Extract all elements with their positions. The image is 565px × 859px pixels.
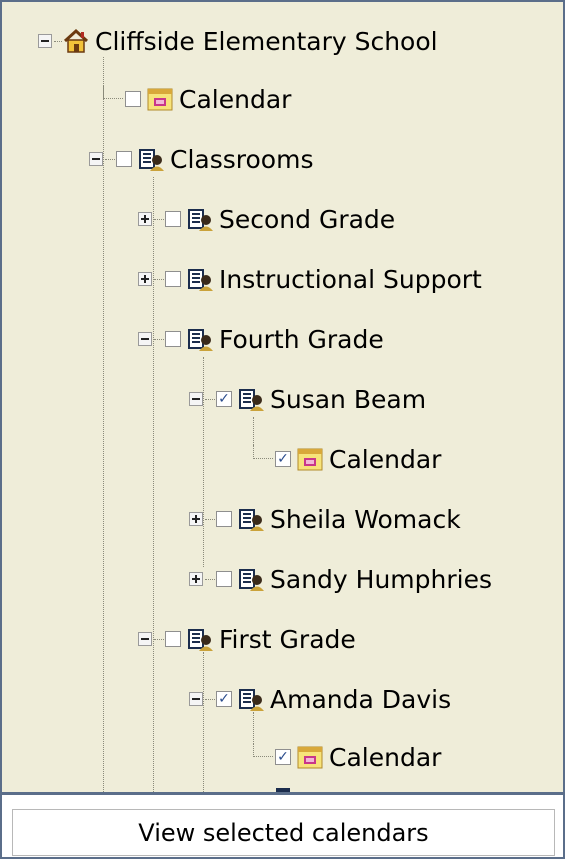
tree-node-classrooms[interactable]: Classrooms <box>89 139 313 179</box>
tree-node-label: Classrooms <box>170 144 314 174</box>
checkbox-sheila-womack[interactable] <box>216 511 232 527</box>
expand-toggle[interactable] <box>138 272 152 286</box>
classroom-icon <box>188 629 213 651</box>
tree-node-label: Susan Beam <box>270 384 427 414</box>
tree-node-label: Amanda Davis <box>270 684 452 714</box>
tree-node-amanda-davis-calendar[interactable]: ✓ Calendar <box>253 737 441 777</box>
footer-bar: View selected calendars <box>2 792 563 857</box>
classroom-icon <box>139 149 164 171</box>
expand-toggle[interactable] <box>189 572 203 586</box>
tree-node-second-grade[interactable]: Second Grade <box>138 199 395 239</box>
collapse-toggle[interactable] <box>38 34 52 48</box>
checkbox-second-grade[interactable] <box>165 211 181 227</box>
classroom-icon <box>188 329 213 351</box>
tree-node-fourth-grade[interactable]: Fourth Grade <box>138 319 384 359</box>
tree-node-label: First Grade <box>219 624 356 654</box>
tree-node-label: Calendar <box>329 444 442 474</box>
collapse-toggle[interactable] <box>189 392 203 406</box>
calendar-icon <box>297 746 323 769</box>
tree-node-label: Calendar <box>179 84 292 114</box>
tree-node-root[interactable]: Cliffside Elementary School <box>38 21 438 61</box>
checkbox-fourth-grade[interactable] <box>165 331 181 347</box>
tree-node-label: Cliffside Elementary School <box>95 26 438 56</box>
tree-guide-line <box>203 652 204 792</box>
expand-toggle[interactable] <box>189 512 203 526</box>
teacher-icon <box>239 689 264 711</box>
classroom-icon <box>188 269 213 291</box>
tree-node-label: Instructional Support <box>219 264 482 294</box>
checkbox-school-calendar[interactable] <box>125 91 141 107</box>
tree-node-label: Calendar <box>329 742 442 772</box>
tree-node-sandy-humphries[interactable]: Sandy Humphries <box>189 559 492 599</box>
tree-node-first-grade[interactable]: First Grade <box>138 619 356 659</box>
checkbox-instructional-support[interactable] <box>165 271 181 287</box>
tree-node-sheila-womack[interactable]: Sheila Womack <box>189 499 461 539</box>
collapse-toggle[interactable] <box>138 632 152 646</box>
checkbox-amanda-davis-calendar[interactable]: ✓ <box>275 749 291 765</box>
tree-node-instructional-support[interactable]: Instructional Support <box>138 259 482 299</box>
checkbox-classrooms[interactable] <box>116 151 132 167</box>
tree-node-susan-beam[interactable]: ✓ Susan Beam <box>189 379 426 419</box>
tree-node-school-calendar[interactable]: Calendar <box>103 79 291 119</box>
classroom-icon <box>188 209 213 231</box>
tree-node-label: Sheila Womack <box>270 504 461 534</box>
collapse-toggle[interactable] <box>189 692 203 706</box>
tree-node-label: Fourth Grade <box>219 324 384 354</box>
calendar-icon <box>147 88 173 111</box>
tree-node-amanda-davis[interactable]: ✓ Amanda Davis <box>189 679 451 719</box>
teacher-icon <box>239 569 264 591</box>
tree-view: Cliffside Elementary School Calendar Cla… <box>2 2 563 792</box>
collapse-toggle[interactable] <box>138 332 152 346</box>
tree-node-susan-beam-calendar[interactable]: ✓ Calendar <box>253 439 441 479</box>
tree-node-label: Sandy Humphries <box>270 564 492 594</box>
view-selected-calendars-button[interactable]: View selected calendars <box>12 809 555 856</box>
expand-toggle[interactable] <box>138 212 152 226</box>
calendar-tree-panel: Cliffside Elementary School Calendar Cla… <box>0 0 565 859</box>
checkbox-amanda-davis[interactable]: ✓ <box>216 691 232 707</box>
calendar-icon <box>297 448 323 471</box>
collapse-toggle[interactable] <box>89 152 103 166</box>
teacher-icon <box>239 509 264 531</box>
checkbox-sandy-humphries[interactable] <box>216 571 232 587</box>
checkbox-susan-beam[interactable]: ✓ <box>216 391 232 407</box>
teacher-icon <box>239 389 264 411</box>
tree-node-label: Second Grade <box>219 204 396 234</box>
checkbox-susan-beam-calendar[interactable]: ✓ <box>275 451 291 467</box>
checkbox-first-grade[interactable] <box>165 631 181 647</box>
home-icon <box>63 28 89 53</box>
